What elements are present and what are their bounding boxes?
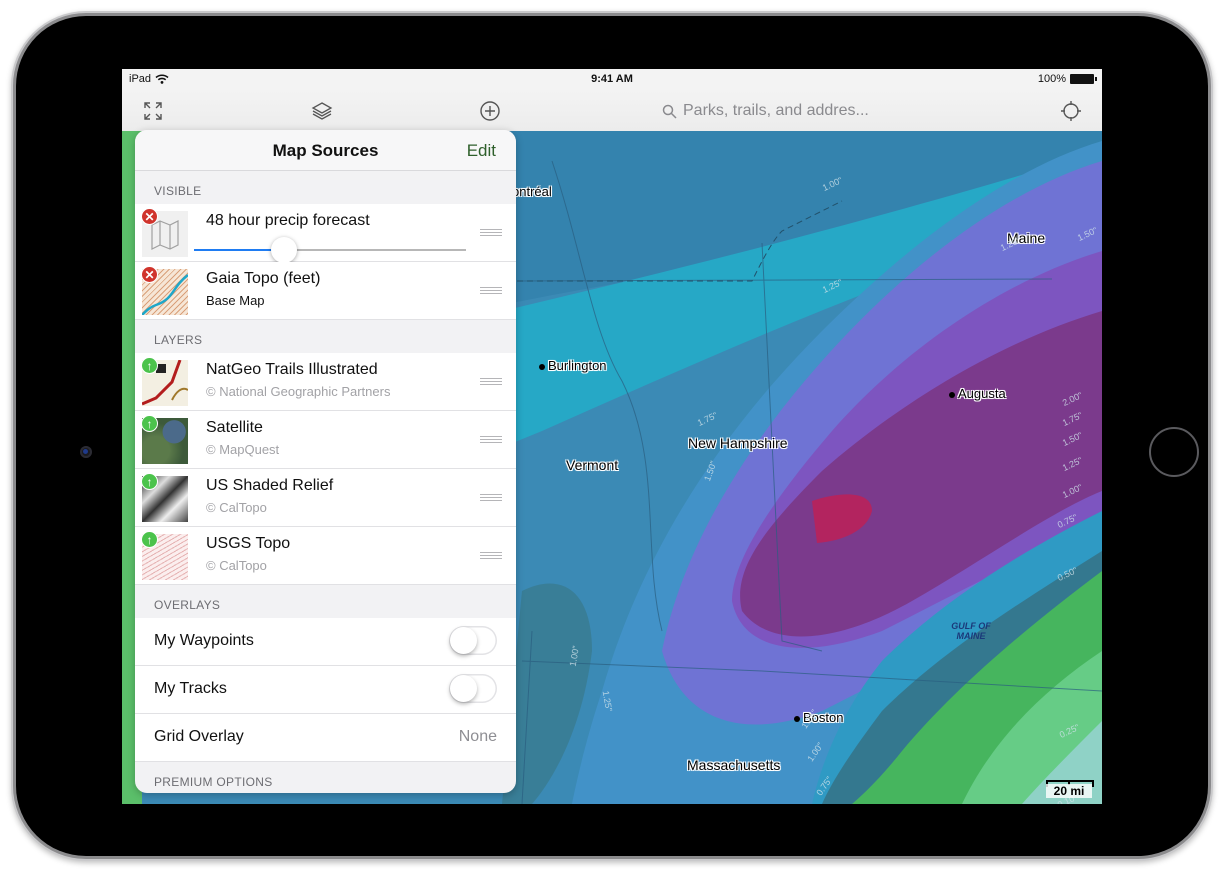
water-label-gulf-of-maine: GULF OF MAINE xyxy=(951,621,991,641)
layer-row-natgeo[interactable]: ↑ NatGeo Trails Illustrated © National G… xyxy=(135,353,516,411)
waypoints-toggle[interactable] xyxy=(449,626,497,655)
locate-icon[interactable] xyxy=(1059,99,1083,123)
scale-bar: 20 mi xyxy=(1046,778,1094,798)
search-icon xyxy=(662,104,677,119)
remove-icon[interactable]: ✕ xyxy=(141,208,158,225)
map-sources-panel: Map Sources Edit VISIBLE ✕ 48 hour preci… xyxy=(135,130,516,793)
edit-button[interactable]: Edit xyxy=(467,141,496,161)
layer-row-shaded-relief[interactable]: ↑ US Shaded Relief © CalTopo xyxy=(135,469,516,527)
screen: ontréal Burlington Augusta Boston Maine … xyxy=(122,69,1102,804)
status-right: 100% xyxy=(1037,73,1097,85)
city-dot xyxy=(539,363,545,370)
slider-knob[interactable] xyxy=(270,237,297,263)
add-layer-icon[interactable]: ↑ xyxy=(141,531,158,548)
section-header-premium: PREMIUM OPTIONS xyxy=(154,775,273,789)
opacity-slider[interactable] xyxy=(194,237,466,263)
layer-attribution: © National Geographic Partners xyxy=(206,384,391,399)
layer-title: Satellite xyxy=(206,419,263,436)
overlay-row-grid[interactable]: Grid Overlay None xyxy=(135,714,516,762)
search-placeholder: Parks, trails, and addres... xyxy=(683,102,869,119)
section-header-visible: VISIBLE xyxy=(154,184,202,198)
reorder-handle[interactable] xyxy=(480,378,502,386)
tracks-toggle[interactable] xyxy=(449,674,497,703)
add-icon[interactable] xyxy=(478,99,502,123)
overlay-label: My Tracks xyxy=(154,680,227,697)
search-field[interactable]: Parks, trails, and addres... xyxy=(662,99,962,123)
reorder-handle[interactable] xyxy=(480,287,502,295)
battery-icon xyxy=(1070,74,1097,84)
grid-overlay-value[interactable]: None xyxy=(459,728,497,746)
layer-title: NatGeo Trails Illustrated xyxy=(206,361,378,378)
layer-title: US Shaded Relief xyxy=(206,477,334,494)
overlay-label: My Waypoints xyxy=(154,632,254,649)
city-dot xyxy=(949,391,955,398)
visible-row-gaia-topo[interactable]: ✕ Gaia Topo (feet) Base Map xyxy=(135,262,516,320)
panel-header: Map Sources Edit xyxy=(135,130,516,171)
layers-icon[interactable] xyxy=(310,99,334,123)
reorder-handle[interactable] xyxy=(480,229,502,237)
layer-row-usgs-topo[interactable]: ↑ USGS Topo © CalTopo xyxy=(135,527,516,585)
reorder-handle[interactable] xyxy=(480,436,502,444)
place-label-montreal: ontréal xyxy=(512,184,552,199)
panel-title: Map Sources xyxy=(272,141,379,160)
battery-percent: 100% xyxy=(1037,73,1066,85)
layer-title: 48 hour precip forecast xyxy=(206,212,370,229)
overlay-label: Grid Overlay xyxy=(154,728,244,745)
place-label-augusta: Augusta xyxy=(949,386,1006,401)
layer-subtitle: Base Map xyxy=(206,293,265,308)
city-dot xyxy=(794,715,800,722)
layer-title: Gaia Topo (feet) xyxy=(206,270,321,287)
layer-row-satellite[interactable]: ↑ Satellite © MapQuest xyxy=(135,411,516,469)
visible-row-precip[interactable]: ✕ 48 hour precip forecast xyxy=(135,204,516,263)
reorder-handle[interactable] xyxy=(480,552,502,560)
reorder-handle[interactable] xyxy=(480,494,502,502)
place-label-burlington: Burlington xyxy=(539,358,607,373)
add-layer-icon[interactable]: ↑ xyxy=(141,415,158,432)
home-button[interactable] xyxy=(1149,427,1199,477)
map-toolbar: Parks, trails, and addres... xyxy=(122,91,1102,131)
status-bar: iPad 9:41 AM 100% xyxy=(122,69,1102,91)
add-layer-icon[interactable]: ↑ xyxy=(141,357,158,374)
state-label-new-hampshire: New Hampshire xyxy=(688,435,788,451)
layer-title: USGS Topo xyxy=(206,535,291,552)
overlay-row-waypoints: My Waypoints xyxy=(135,618,516,666)
add-layer-icon[interactable]: ↑ xyxy=(141,473,158,490)
state-label-vermont: Vermont xyxy=(566,457,619,473)
layer-attribution: © MapQuest xyxy=(206,442,280,457)
camera xyxy=(80,446,92,458)
clock: 9:41 AM xyxy=(591,73,633,85)
overlay-row-tracks: My Tracks xyxy=(135,666,516,714)
section-header-layers: LAYERS xyxy=(154,333,203,347)
section-header-overlays: OVERLAYS xyxy=(154,598,221,612)
state-label-massachusetts: Massachusetts xyxy=(687,757,781,773)
expand-icon[interactable] xyxy=(141,99,165,123)
layer-attribution: © CalTopo xyxy=(206,558,267,573)
remove-icon[interactable]: ✕ xyxy=(141,266,158,283)
layer-attribution: © CalTopo xyxy=(206,500,267,515)
